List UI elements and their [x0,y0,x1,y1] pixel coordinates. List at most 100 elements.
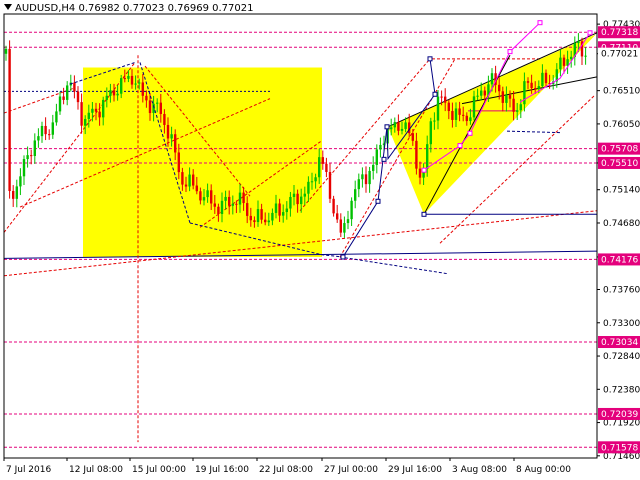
candle-body [469,117,472,122]
candle-body [15,186,18,199]
candle-body [123,78,126,80]
candle-body [48,134,51,136]
candle-body [332,198,335,214]
candle-body [51,122,54,135]
candle-body [58,96,62,112]
candle-body [480,90,483,96]
candle-body [195,185,198,192]
candle-body [570,56,573,60]
candle-body [390,127,393,130]
candle-body [8,48,11,192]
candle-body [559,57,562,70]
wave-point-4 [432,91,438,97]
candle-body [418,168,422,178]
level-tag-label-2: 0.75708 [601,145,638,155]
collapse-triangle-icon[interactable] [4,4,12,10]
candle-body [40,125,44,137]
candle-body [138,82,141,84]
wave-point-3 [384,124,390,130]
candle-body [508,95,512,99]
candle-body [361,174,364,180]
candle-body [415,140,418,169]
candle-body [534,88,537,90]
candle-body [267,220,270,223]
candle-body [224,196,227,201]
candle-body [177,152,180,173]
candle-body [163,113,166,125]
candle-body [94,108,98,112]
candle-body [156,102,159,104]
y-tick-label-8: 0.73760 [603,286,640,296]
candle-body [400,128,404,131]
candle-body [541,72,544,87]
candle-body [346,219,350,224]
candle-body [120,78,123,94]
candle-body [80,102,83,126]
candle-body [62,96,65,100]
candle-body [278,203,281,216]
candle-body [339,219,342,233]
candle-body [188,174,191,187]
level-tag-label-7: 0.71578 [601,443,638,453]
candle-body [116,93,119,96]
forecast-point-1 [457,143,463,149]
left-rising-trend [3,87,76,114]
candle-body [271,212,274,221]
candle-body [462,114,465,116]
candle-body [33,140,36,157]
y-tick-label-6: 0.74680 [603,219,640,229]
candle-body [55,111,58,123]
candle-body [130,75,134,85]
candle-body [454,108,458,120]
candle-body [364,174,368,185]
candle-body [429,121,432,145]
close-value: 0.77021 [212,3,254,14]
candle-body [519,104,522,111]
candle-body [220,200,224,215]
x-tick-label-8: 8 Aug 00:00 [516,465,571,475]
candle-body [159,102,162,114]
y-tick-label-9: 0.73300 [603,319,640,329]
open-value: 0.76982 [78,3,120,14]
candle-body [145,95,148,101]
candle-body [512,98,515,112]
symbol-label: AUDUSD,H4 [15,3,76,14]
candle-body [447,102,450,112]
candle-body [87,112,90,119]
candle-body [91,108,94,113]
candle-body [66,85,69,100]
x-tick-label-2: 15 Jul 00:00 [132,465,186,475]
candle-body [296,193,299,205]
candle-body [192,174,195,186]
x-tick-label-6: 29 Jul 16:00 [388,465,442,475]
candle-body [368,170,371,185]
x-tick-label-7: 3 Aug 08:00 [452,465,507,475]
x-tick-label-3: 19 Jul 16:00 [195,465,249,475]
candle-body [289,196,292,209]
candle-body [530,82,533,89]
y-tick-label-12: 0.71920 [603,419,640,429]
consolidation-zone [83,67,322,257]
candle-body [375,149,378,165]
x-tick-label-1: 12 Jul 08:00 [69,465,123,475]
candle-body [249,215,252,221]
candle-body [213,203,216,207]
y-tick-label-5: 0.75140 [603,186,640,196]
candle-body [105,95,108,100]
candle-body [166,124,170,139]
candle-body [184,184,188,187]
price-chart[interactable]: 0.774300.770210.765100.760500.755100.751… [0,0,640,480]
level-tag-label-3: 0.75510 [601,159,638,169]
candle-body [260,209,263,220]
candle-body [336,213,339,220]
candle-body [274,203,278,213]
low-value: 0.76969 [167,3,209,14]
candle-body [19,176,22,187]
candle-body [404,122,407,129]
forecast-point-0 [421,167,427,173]
x-tick-label-5: 27 Jul 00:00 [324,465,378,475]
candle-body [318,157,321,178]
candle-body [379,144,382,150]
candle-body [4,48,8,54]
candle-body [303,193,306,197]
